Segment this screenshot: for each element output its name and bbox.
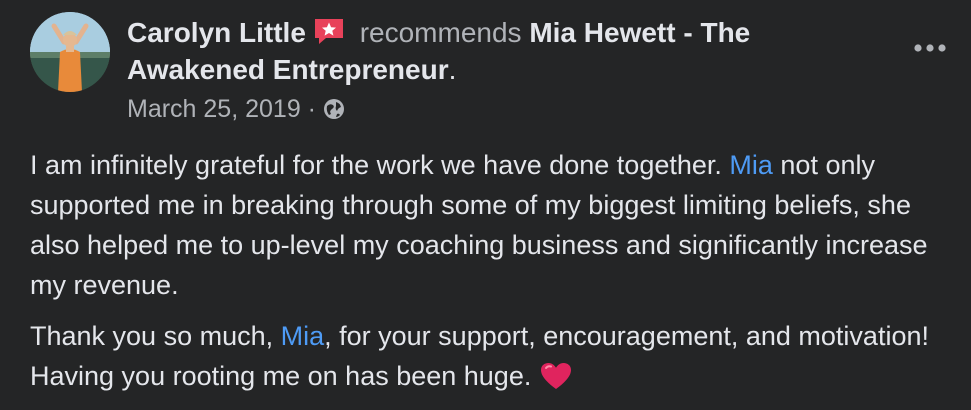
- paragraph-1: I am infinitely grateful for the work we…: [30, 145, 955, 305]
- post-header: Carolyn Little recommends Mia Hewett - T…: [127, 14, 887, 88]
- paragraph-2: Thank you so much, Mia, for your support…: [30, 316, 955, 396]
- post-body: I am infinitely grateful for the work we…: [30, 145, 955, 407]
- recommends-text: recommends: [359, 17, 522, 48]
- post-date[interactable]: March 25, 2019: [127, 95, 301, 123]
- avatar[interactable]: [30, 12, 110, 92]
- author-name[interactable]: Carolyn Little: [127, 17, 306, 48]
- meta-separator: ·: [300, 95, 323, 123]
- paragraph-2-text-a: Thank you so much,: [30, 321, 281, 351]
- recommendation-star-icon: [314, 19, 343, 44]
- heart-emoji-icon: [540, 363, 571, 389]
- post-meta: March 25, 2019 ·: [127, 92, 345, 126]
- avatar-photo: [30, 12, 110, 92]
- target-period: .: [448, 54, 457, 85]
- more-options-icon[interactable]: [912, 38, 948, 58]
- paragraph-1-text-a: I am infinitely grateful for the work we…: [30, 150, 730, 180]
- globe-icon[interactable]: [323, 98, 345, 120]
- mention-link[interactable]: Mia: [281, 321, 325, 351]
- mention-link[interactable]: Mia: [729, 150, 773, 180]
